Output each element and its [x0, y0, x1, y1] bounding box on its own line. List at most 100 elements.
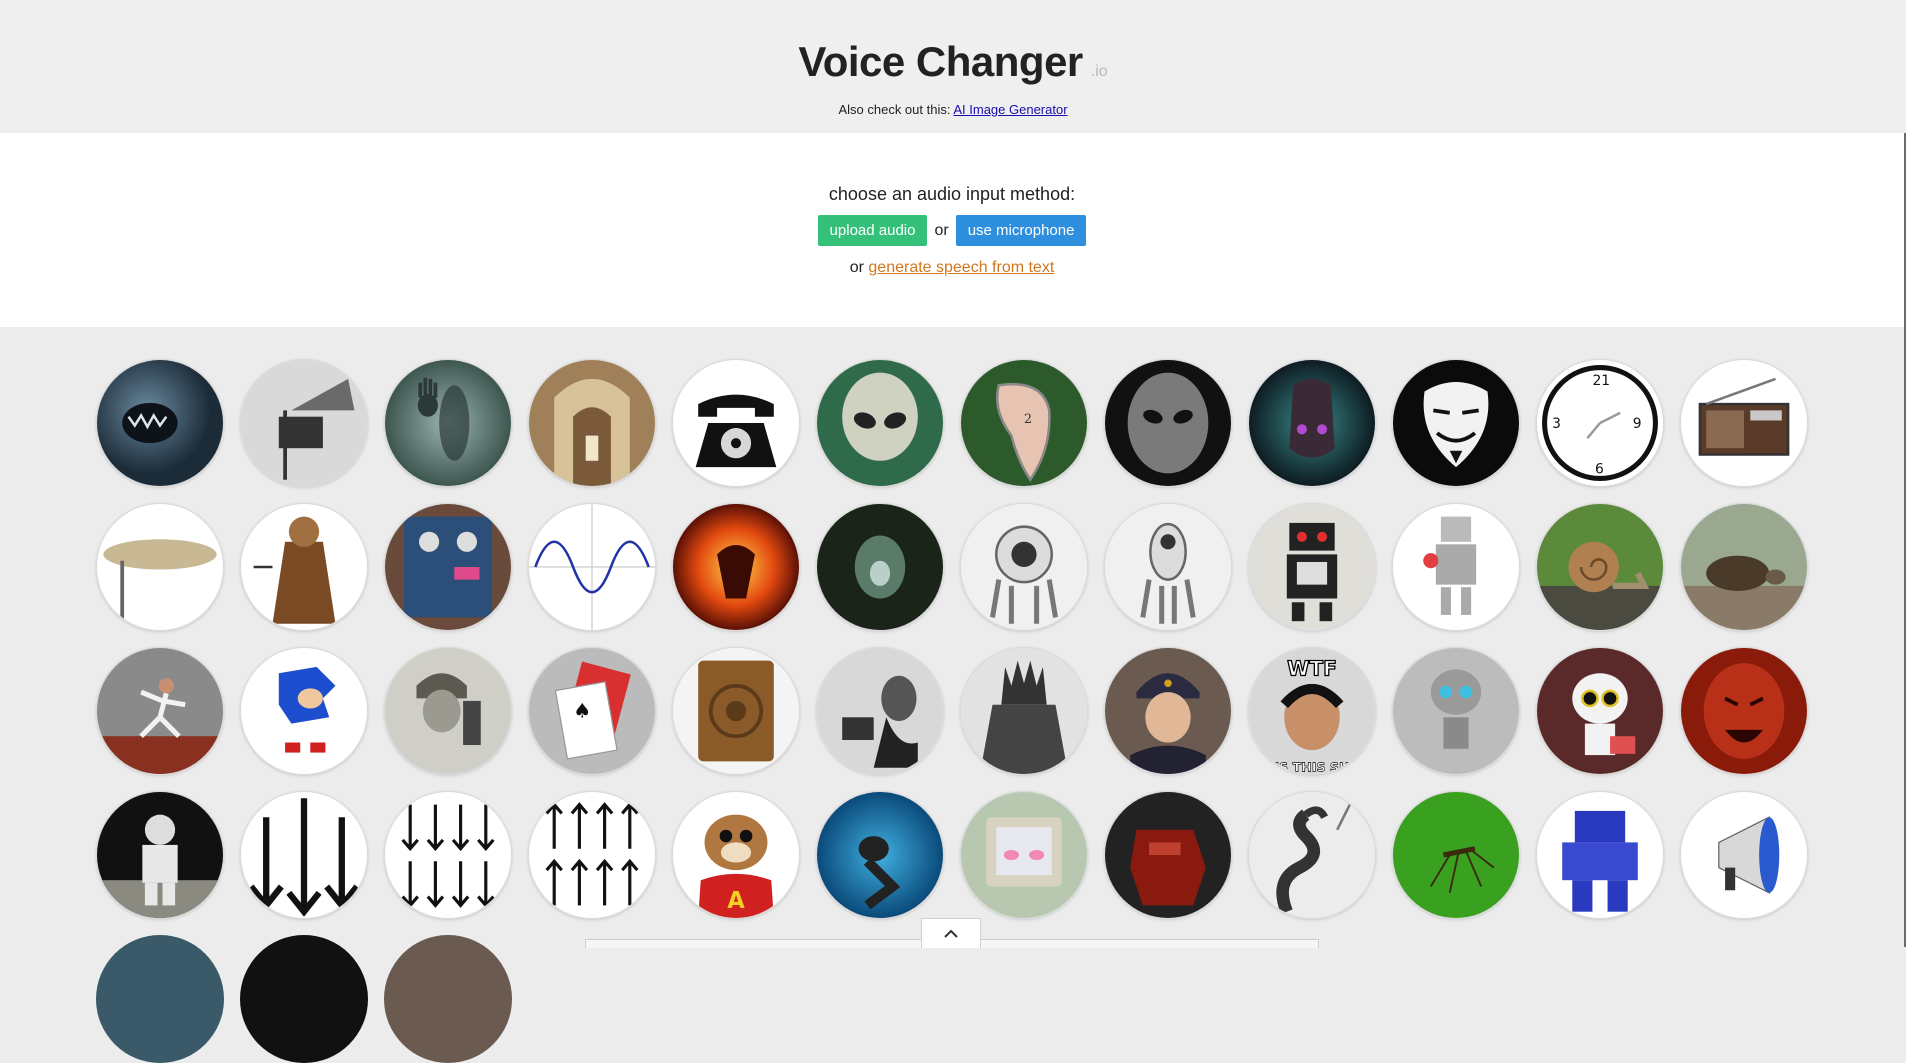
playing-cards-icon: ♠ — [529, 648, 655, 774]
effect-big-arrows-down[interactable] — [240, 791, 368, 919]
russian-man-icon — [1105, 648, 1231, 774]
effect-cathedral[interactable] — [528, 359, 656, 487]
svg-text:9: 9 — [1633, 416, 1642, 432]
radio-icon — [1681, 360, 1807, 486]
effect-tv-robot[interactable] — [1248, 503, 1376, 631]
effect-diver[interactable] — [816, 791, 944, 919]
generate-prefix: or — [849, 259, 864, 276]
effect-wooden-speaker[interactable] — [672, 647, 800, 775]
effect-phonograph-man[interactable] — [816, 647, 944, 775]
page-title: Voice Changer .io — [0, 38, 1906, 86]
effect-gramophone[interactable] — [240, 359, 368, 487]
effect-dark-knight[interactable] — [960, 647, 1088, 775]
also-check-out: Also check out this: AI Image Generator — [0, 102, 1906, 117]
wtf-top-text: WTF — [1287, 657, 1337, 681]
effect-turtle[interactable] — [1680, 503, 1808, 631]
effect-anonymous-mask[interactable] — [1392, 359, 1520, 487]
effect-monster-roar[interactable] — [96, 359, 224, 487]
cathedral-icon — [529, 360, 655, 486]
effect-cyborg-head[interactable] — [1248, 359, 1376, 487]
drawer-toggle-button[interactable] — [921, 918, 981, 948]
grey-alien-icon — [1105, 360, 1231, 486]
effect-wtf-meme[interactable]: WTF IS THIS SH — [1248, 647, 1376, 775]
diver-icon — [817, 792, 943, 918]
effect-white-robot-2[interactable] — [1104, 503, 1232, 631]
effect-snail[interactable] — [1536, 503, 1664, 631]
effect-alien[interactable] — [816, 359, 944, 487]
upload-audio-button[interactable]: upload audio — [817, 215, 928, 246]
mosquito-icon — [1393, 792, 1519, 918]
effect-melting-clock[interactable]: 2 — [960, 359, 1088, 487]
effect-astronaut[interactable] — [96, 791, 224, 919]
svg-text:♠: ♠ — [573, 698, 591, 722]
effect-playing-cards[interactable]: ♠ — [528, 647, 656, 775]
effect-sine-wave[interactable] — [528, 503, 656, 631]
effect-fire-demon[interactable] — [672, 503, 800, 631]
effect-kirobo-robot[interactable] — [1536, 647, 1664, 775]
use-microphone-button[interactable]: use microphone — [955, 215, 1087, 246]
megaphone-icon — [1681, 792, 1807, 918]
effect-radio-soldier[interactable] — [384, 647, 512, 775]
effect-blue-mech[interactable] — [1536, 791, 1664, 919]
effect-guitar-pedal[interactable] — [384, 503, 512, 631]
svg-text:2: 2 — [1024, 411, 1032, 426]
red-robot-icon — [1105, 792, 1231, 918]
effect-sprinter[interactable] — [96, 647, 224, 775]
effect-telephone[interactable] — [672, 359, 800, 487]
effect-gir-robot[interactable] — [1392, 647, 1520, 775]
effect-small-arrows-down[interactable] — [384, 791, 512, 919]
ai-image-generator-link[interactable]: AI Image Generator — [953, 102, 1067, 117]
telephone-icon — [673, 360, 799, 486]
sprinter-icon — [97, 648, 223, 774]
effect-reversed-clock[interactable]: 21 9 3 6 — [1536, 359, 1664, 487]
tv-robot-icon — [1249, 504, 1375, 630]
effect-red-devil[interactable] — [1680, 647, 1808, 775]
effect-dalek[interactable] — [240, 503, 368, 631]
red-devil-icon — [1681, 648, 1807, 774]
wtf-meme-icon: WTF IS THIS SH — [1249, 648, 1375, 774]
effect-cobra-robot[interactable] — [1248, 791, 1376, 919]
site-title[interactable]: Voice Changer — [798, 38, 1083, 85]
effect-radio[interactable] — [1680, 359, 1808, 487]
cyborg-head-icon — [1249, 360, 1375, 486]
effect-partial-2[interactable] — [240, 935, 368, 1063]
kirobo-robot-icon — [1537, 648, 1663, 774]
effect-mosquito[interactable] — [1392, 791, 1520, 919]
effect-cymbal[interactable] — [96, 503, 224, 631]
retro-computer-icon — [961, 792, 1087, 918]
effect-red-robot[interactable] — [1104, 791, 1232, 919]
snail-icon — [1537, 504, 1663, 630]
or-separator: or — [934, 221, 949, 239]
astronaut-icon — [97, 792, 223, 918]
effect-retro-computer[interactable] — [960, 791, 1088, 919]
next-row-partial — [96, 935, 512, 1063]
svg-text:21: 21 — [1592, 373, 1610, 389]
effect-toy-robot[interactable] — [1392, 503, 1520, 631]
effect-ghost-hand[interactable] — [384, 359, 512, 487]
monster-roar-icon — [97, 360, 223, 486]
phonograph-man-icon — [817, 648, 943, 774]
sine-wave-icon — [529, 504, 655, 630]
audio-input-panel: choose an audio input method: upload aud… — [0, 133, 1904, 327]
turtle-icon — [1681, 504, 1807, 630]
dark-knight-icon — [961, 648, 1087, 774]
effect-russian-man[interactable] — [1104, 647, 1232, 775]
effect-partial-3[interactable] — [384, 935, 512, 1063]
reversed-clock-icon: 21 9 3 6 — [1537, 360, 1663, 486]
big-arrows-down-icon — [241, 792, 367, 918]
small-arrows-down-icon — [385, 792, 511, 918]
guitar-pedal-icon — [385, 504, 511, 630]
effect-arrows-up[interactable] — [528, 791, 656, 919]
generate-speech-link[interactable]: generate speech from text — [868, 259, 1054, 276]
effect-partial-1[interactable] — [96, 935, 224, 1063]
effect-sonic[interactable] — [240, 647, 368, 775]
effect-megaphone[interactable] — [1680, 791, 1808, 919]
effect-grey-alien[interactable] — [1104, 359, 1232, 487]
chipmunk-letter: A — [727, 888, 745, 914]
white-robot-icon — [961, 504, 1087, 630]
effect-chipmunk[interactable]: A — [672, 791, 800, 919]
effect-cave[interactable] — [816, 503, 944, 631]
gramophone-icon — [241, 360, 367, 486]
effect-white-robot[interactable] — [960, 503, 1088, 631]
input-method-buttons: upload audio or use microphone — [0, 215, 1904, 246]
